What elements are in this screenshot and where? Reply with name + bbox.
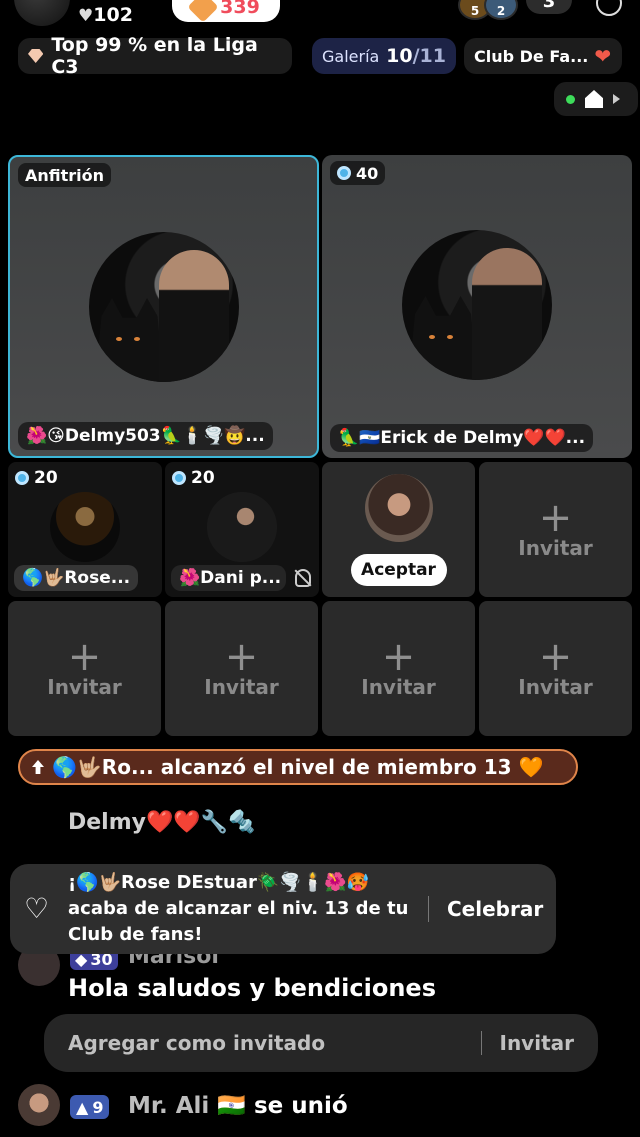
heart-coin-icon [187, 0, 219, 23]
diamond-icon [28, 49, 44, 63]
sapphire-icon [15, 471, 29, 485]
plus-icon: + [381, 633, 416, 680]
add-guest-prompt[interactable]: Agregar como invitado Invitar [44, 1014, 598, 1072]
league-rank-chip[interactable]: Top 99 % en la Liga C3 [18, 34, 292, 78]
home-icon [585, 90, 603, 108]
seat-avatar [50, 492, 120, 562]
invite-slot[interactable]: + Invitar [165, 601, 318, 736]
host-tile[interactable]: Anfitrión 🌺😘Delmy503🦜🕯️🌪️🤠... [8, 155, 319, 458]
invite-button[interactable]: Invitar [500, 1031, 575, 1055]
close-icon[interactable] [596, 0, 622, 16]
live-status-icon [566, 94, 575, 104]
invite-slot[interactable]: + Invitar [479, 462, 632, 597]
join-request-tile[interactable]: Aceptar [322, 462, 475, 597]
heart-outline-icon: ♡ [24, 892, 50, 925]
mic-muted-icon [295, 569, 311, 587]
level-up-banner[interactable]: 🌎🤟🏼Ro... alcanzó el nivel de miembro 13 … [18, 749, 578, 785]
chat-message: Delmy❤️❤️🔧🔩 [68, 810, 256, 835]
plus-icon: + [224, 633, 259, 680]
guest-score-tag: 40 [330, 161, 386, 185]
viewer-badge: 2 [484, 0, 518, 20]
requester-avatar [364, 474, 433, 542]
gift-coins-pill[interactable]: 339 [172, 0, 280, 23]
seat-avatar [207, 492, 277, 562]
host-name: 🌺😘Delmy503🦜🕯️🌪️🤠... [18, 422, 273, 450]
host-portrait [88, 232, 239, 382]
plus-icon: + [538, 494, 573, 541]
live-tools[interactable] [554, 82, 638, 116]
plus-icon: + [538, 633, 573, 680]
plus-icon: + [67, 633, 102, 680]
accept-button[interactable]: Aceptar [350, 554, 447, 586]
invite-slot[interactable]: + Invitar [8, 601, 161, 736]
fan-club-celebration-card[interactable]: ♡ ¡🌎🤟🏼Rose DEstuar🪲🌪️🕯️🌺🥵 acaba de alcan… [10, 864, 556, 954]
guest-portrait [402, 230, 552, 380]
join-notice: Mr. Ali 🇮🇳 se unió [128, 1093, 348, 1119]
sapphire-icon [337, 166, 351, 180]
level-up-icon [32, 760, 44, 774]
seat-tile[interactable]: 20 🌺Dani p... [165, 462, 319, 597]
host-tag: Anfitrión [18, 163, 112, 187]
top-viewer-badges[interactable]: 5 2 [458, 0, 518, 20]
heart-icon: ♥ [78, 6, 94, 26]
guest-name: 🦜🇸🇻Erick de Delmy❤️❤️... [330, 424, 594, 452]
viewer-count[interactable]: 3 [526, 0, 572, 14]
likes-count: ♥102 [78, 4, 133, 26]
seat-score: 20 [15, 468, 58, 488]
seat-score: 20 [172, 468, 215, 488]
celebrate-button[interactable]: Celebrar [447, 897, 543, 921]
invite-slot[interactable]: + Invitar [479, 601, 632, 736]
seat-name: 🌎🤟🏼Rose... [14, 565, 139, 591]
sapphire-icon [172, 471, 186, 485]
triangle-icon: ▲ [76, 1097, 89, 1117]
seat-tile[interactable]: 20 🌎🤟🏼Rose... [8, 462, 162, 597]
joined-user-avatar[interactable] [18, 1084, 60, 1126]
host-avatar[interactable] [14, 0, 70, 26]
chat-message: Hola saludos y bendiciones [68, 974, 436, 1002]
fan-club-chip[interactable]: Club De Fa... ❤ [464, 38, 622, 74]
invite-slot[interactable]: + Invitar [322, 601, 475, 736]
gallery-chip[interactable]: Galería 10/11 [312, 38, 456, 74]
play-icon [613, 94, 620, 104]
seat-name: 🌺Dani p... [171, 565, 286, 591]
hearts-icon: ❤ [594, 44, 612, 68]
guest-tile[interactable]: 40 🦜🇸🇻Erick de Delmy❤️❤️... [322, 155, 632, 458]
user-level-badge: ▲ 9 [70, 1095, 110, 1119]
